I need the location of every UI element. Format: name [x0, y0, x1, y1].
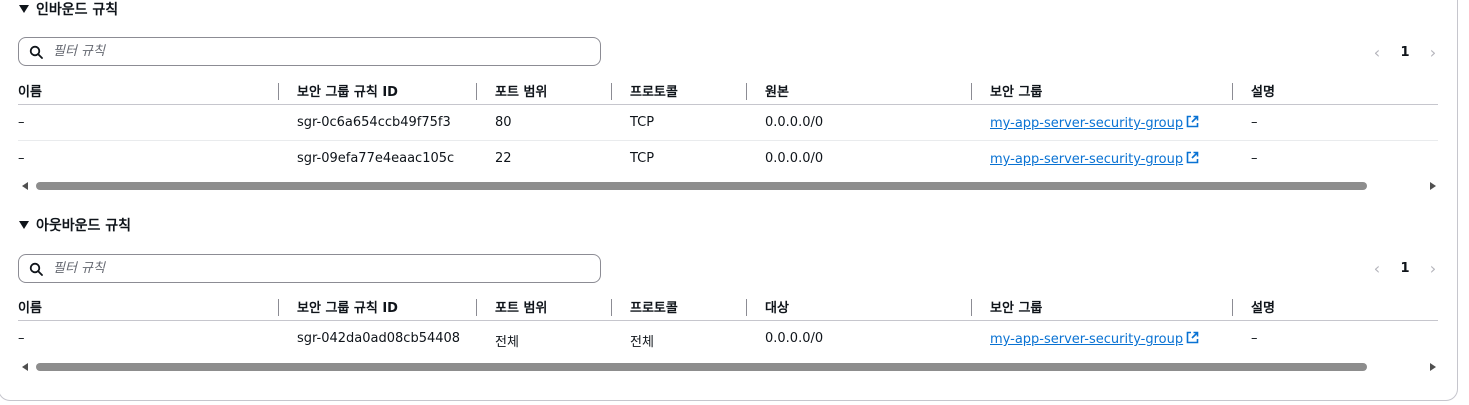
outbound-filter-field[interactable]: [18, 254, 601, 283]
column-header-rule-id[interactable]: 보안 그룹 규칙 ID: [297, 81, 398, 100]
scroll-left-icon[interactable]: [22, 182, 28, 190]
column-header-rule-id[interactable]: 보안 그룹 규칙 ID: [297, 297, 398, 316]
cell-port: 80: [495, 115, 512, 130]
cell-source: 0.0.0.0/0: [765, 115, 824, 130]
column-divider[interactable]: [476, 299, 477, 316]
outbound-page-number[interactable]: 1: [1400, 261, 1409, 276]
chevron-right-icon[interactable]: ›: [1426, 43, 1440, 62]
column-divider[interactable]: [278, 299, 279, 316]
column-divider[interactable]: [1232, 299, 1233, 316]
column-divider[interactable]: [611, 83, 612, 100]
cell-security-group: my-app-server-security-group: [990, 151, 1199, 167]
cell-source: 0.0.0.0/0: [765, 151, 824, 166]
column-header-destination[interactable]: 대상: [765, 297, 789, 316]
column-divider[interactable]: [971, 299, 972, 316]
column-divider[interactable]: [278, 83, 279, 100]
column-divider[interactable]: [611, 299, 612, 316]
column-header-name[interactable]: 이름: [18, 81, 42, 100]
external-link-icon[interactable]: [1186, 331, 1199, 344]
inbound-horizontal-scrollbar[interactable]: [18, 180, 1438, 192]
column-header-source[interactable]: 원본: [765, 81, 789, 100]
column-divider[interactable]: [971, 83, 972, 100]
scrollbar-thumb[interactable]: [36, 363, 1367, 371]
column-divider[interactable]: [1232, 83, 1233, 100]
cell-security-group: my-app-server-security-group: [990, 115, 1199, 131]
chevron-left-icon[interactable]: ‹: [1370, 259, 1384, 278]
outbound-rules-toggle[interactable]: 아웃바운드 규칙: [19, 216, 131, 234]
inbound-rules-toggle[interactable]: 인바운드 규칙: [19, 0, 118, 18]
inbound-page-number[interactable]: 1: [1400, 45, 1409, 60]
table-row: – sgr-0c6a654ccb49f75f3 80 TCP 0.0.0.0/0…: [18, 105, 1438, 141]
column-header-security-group[interactable]: 보안 그룹: [990, 81, 1042, 100]
caret-down-icon: [19, 5, 29, 13]
table-header: 이름 보안 그룹 규칙 ID 포트 범위 프로토콜 원본 보안 그룹 설명: [18, 75, 1438, 105]
chevron-right-icon[interactable]: ›: [1426, 259, 1440, 278]
column-header-protocol[interactable]: 프로토콜: [630, 297, 678, 316]
scroll-left-icon[interactable]: [22, 363, 28, 371]
inbound-rules-table: 이름 보안 그룹 규칙 ID 포트 범위 프로토콜 원본 보안 그룹 설명 – …: [18, 75, 1438, 177]
scrollbar-thumb[interactable]: [36, 182, 1367, 190]
security-group-link[interactable]: my-app-server-security-group: [990, 152, 1183, 167]
scroll-right-icon[interactable]: [1430, 182, 1436, 190]
cell-name: –: [18, 115, 25, 130]
column-header-security-group[interactable]: 보안 그룹: [990, 297, 1042, 316]
cell-protocol: TCP: [630, 115, 655, 130]
outbound-pagination: ‹ 1 ›: [1370, 258, 1440, 278]
outbound-horizontal-scrollbar[interactable]: [18, 361, 1438, 373]
cell-description: –: [1251, 331, 1258, 346]
cell-description: –: [1251, 151, 1258, 166]
cell-port: 22: [495, 151, 512, 166]
cell-rule-id: sgr-09efa77e4eaac105c: [297, 151, 455, 166]
inbound-pagination: ‹ 1 ›: [1370, 42, 1440, 62]
external-link-icon[interactable]: [1186, 115, 1199, 128]
chevron-left-icon[interactable]: ‹: [1370, 43, 1384, 62]
cell-name: –: [18, 151, 25, 166]
caret-down-icon: [19, 221, 29, 229]
column-header-port[interactable]: 포트 범위: [495, 297, 547, 316]
external-link-icon[interactable]: [1186, 151, 1199, 164]
column-divider[interactable]: [476, 83, 477, 100]
inbound-filter-field[interactable]: [18, 37, 601, 66]
outbound-filter-input[interactable]: [53, 261, 573, 276]
column-header-protocol[interactable]: 프로토콜: [630, 81, 678, 100]
cell-description: –: [1251, 115, 1258, 130]
cell-destination: 0.0.0.0/0: [765, 331, 824, 346]
cell-rule-id: sgr-0c6a654ccb49f75f3: [297, 115, 451, 130]
search-icon: [29, 45, 43, 59]
search-icon: [29, 262, 43, 276]
column-header-description[interactable]: 설명: [1251, 81, 1275, 100]
security-group-link[interactable]: my-app-server-security-group: [990, 332, 1183, 347]
scroll-right-icon[interactable]: [1430, 363, 1436, 371]
cell-port: 전체: [495, 335, 519, 350]
outbound-rules-title: 아웃바운드 규칙: [36, 218, 132, 234]
table-header: 이름 보안 그룹 규칙 ID 포트 범위 프로토콜 대상 보안 그룹 설명: [18, 291, 1438, 321]
table-row: – sgr-042da0ad08cb54408 전체 전체 0.0.0.0/0 …: [18, 321, 1438, 357]
inbound-rules-title: 인바운드 규칙: [36, 2, 119, 18]
cell-rule-id: sgr-042da0ad08cb54408: [297, 331, 461, 346]
column-divider[interactable]: [746, 83, 747, 100]
table-row: – sgr-09efa77e4eaac105c 22 TCP 0.0.0.0/0…: [18, 141, 1438, 177]
cell-security-group: my-app-server-security-group: [990, 331, 1199, 347]
column-header-port[interactable]: 포트 범위: [495, 81, 547, 100]
cell-name: –: [18, 331, 25, 346]
security-group-link[interactable]: my-app-server-security-group: [990, 116, 1183, 131]
outbound-rules-table: 이름 보안 그룹 규칙 ID 포트 범위 프로토콜 대상 보안 그룹 설명 – …: [18, 291, 1438, 357]
column-divider[interactable]: [746, 299, 747, 316]
column-header-description[interactable]: 설명: [1251, 297, 1275, 316]
cell-protocol: 전체: [630, 335, 654, 350]
column-header-name[interactable]: 이름: [18, 297, 42, 316]
inbound-filter-input[interactable]: [53, 44, 573, 59]
cell-protocol: TCP: [630, 151, 655, 166]
